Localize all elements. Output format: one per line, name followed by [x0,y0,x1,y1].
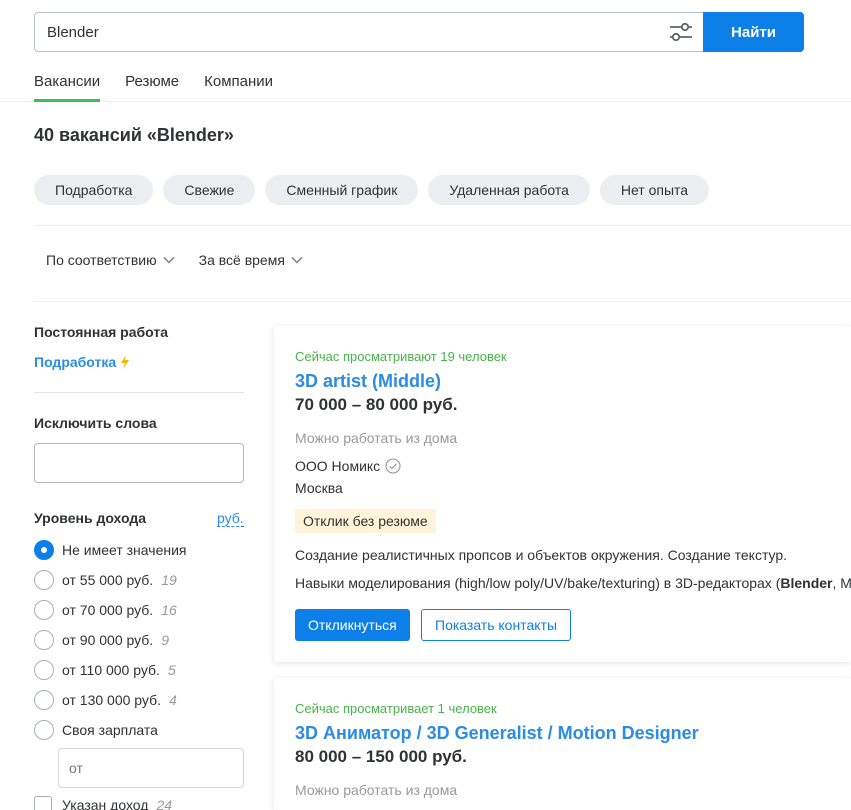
income-option-label: от 55 000 руб. [62,572,154,588]
sort-period-label: За всё время [198,252,285,268]
search-box [34,12,704,52]
exclude-words-heading: Исключить слова [34,415,157,431]
radio-button[interactable] [34,540,54,560]
income-options: Не имеет значения от 55 000 руб. 19 от 7… [34,535,186,745]
income-option-count: 16 [161,602,177,618]
lightning-icon [121,355,130,369]
income-option-label: от 130 000 руб. [62,692,161,708]
tab-resumes[interactable]: Резюме [125,64,179,102]
income-option-count: 5 [167,662,176,678]
vacancy-card: Сейчас просматривает 1 человек 3D Анимат… [274,678,851,810]
divider [34,392,244,393]
tab-vacancies[interactable]: Вакансии [34,64,101,102]
income-option[interactable]: от 130 000 руб. 4 [34,685,186,715]
vacancy-title[interactable]: 3D artist (Middle) [295,371,441,392]
sort-row: По соответствию За всё время [46,252,327,268]
income-option[interactable]: Не имеет значения [34,535,186,565]
income-option[interactable]: от 110 000 руб. 5 [34,655,186,685]
show-contacts-button[interactable]: Показать контакты [421,609,572,641]
currency-selector[interactable]: руб. [217,510,244,527]
radio-button[interactable] [34,630,54,650]
vacancy-city: Москва [295,480,343,496]
income-option-label: от 90 000 руб. [62,632,154,648]
income-option[interactable]: от 55 000 руб. 19 [34,565,186,595]
radio-button[interactable] [34,720,54,740]
income-option-label: от 110 000 руб. [62,662,160,678]
permanent-work-heading: Постоянная работа [34,324,169,340]
viewers-count: Сейчас просматривают 19 человек [295,349,507,364]
requirements-text: , M [832,575,851,591]
chevron-down-icon [291,256,303,264]
income-option[interactable]: от 70 000 руб. 16 [34,595,186,625]
income-option-count: 4 [168,692,177,708]
quick-filter-chips: Подработка Свежие Сменный график Удаленн… [34,175,719,205]
chip-remote[interactable]: Удаленная работа [428,175,590,205]
company-link[interactable]: ООО Номикс [295,458,401,474]
chevron-down-icon [163,256,175,264]
header: Найти Вакансии Резюме Компании [0,0,851,102]
income-option-label: Не имеет значения [62,542,187,558]
sort-period-dropdown[interactable]: За всё время [199,252,303,268]
income-specified-count: 24 [156,797,173,810]
results-title: 40 вакансий «Blender» [34,125,234,145]
chip-fresh[interactable]: Свежие [163,175,256,205]
remote-work-note: Можно работать из дома [295,430,458,446]
search-tabs: Вакансии Резюме Компании [34,64,298,102]
vacancy-description: Создание реалистичных пропсов и объектов… [295,547,788,563]
chip-parttime[interactable]: Подработка [34,175,154,205]
apply-button[interactable]: Откликнуться [295,609,410,641]
divider [34,301,851,302]
radio-button[interactable] [34,660,54,680]
radio-button[interactable] [34,600,54,620]
viewers-count: Сейчас просматривает 1 человек [295,701,497,716]
parttime-link-label: Подработка [34,354,117,370]
sort-order-label: По соответствию [46,252,157,268]
company-name: ООО Номикс [295,458,381,474]
remote-work-note: Можно работать из дома [295,782,458,798]
exclude-words-input[interactable] [34,443,244,483]
chip-no-experience[interactable]: Нет опыта [599,175,710,205]
parttime-link[interactable]: Подработка [34,354,130,370]
chip-shift-schedule[interactable]: Сменный график [265,175,419,205]
no-resume-badge: Отклик без резюме [295,509,436,533]
vacancy-salary: 70 000 – 80 000 руб. [295,395,458,414]
income-specified-option[interactable]: Указан доход 24 [34,790,172,810]
filter-sliders-icon[interactable] [669,21,693,43]
search-input[interactable] [35,13,655,51]
income-option-count: 19 [161,572,177,588]
checkbox[interactable] [34,796,52,810]
divider [34,225,851,226]
income-option-label: от 70 000 руб. [62,602,154,618]
requirements-text: Навыки моделирования (high/low poly/UV/b… [295,575,781,591]
highlight-keyword: Blender [780,575,833,591]
income-heading: Уровень дохода [34,510,147,526]
income-option-label: Своя зарплата [62,722,158,738]
verified-check-icon [385,458,401,474]
radio-button[interactable] [34,690,54,710]
tab-companies[interactable]: Компании [204,64,273,102]
vacancy-card: Сейчас просматривают 19 человек 3D artis… [274,326,851,662]
income-specified-label: Указан доход [62,797,149,810]
vacancy-salary: 80 000 – 150 000 руб. [295,747,467,766]
vacancy-title[interactable]: 3D Аниматор / 3D Generalist / Motion Des… [295,723,699,744]
vacancy-requirements: Навыки моделирования (high/low poly/UV/b… [295,575,851,591]
income-option[interactable]: от 90 000 руб. 9 [34,625,186,655]
income-option[interactable]: Своя зарплата [34,715,186,745]
search-button[interactable]: Найти [703,12,804,52]
radio-button[interactable] [34,570,54,590]
sort-order-dropdown[interactable]: По соответствию [46,252,175,268]
custom-salary-input[interactable] [58,748,244,788]
income-option-count: 9 [161,632,169,648]
